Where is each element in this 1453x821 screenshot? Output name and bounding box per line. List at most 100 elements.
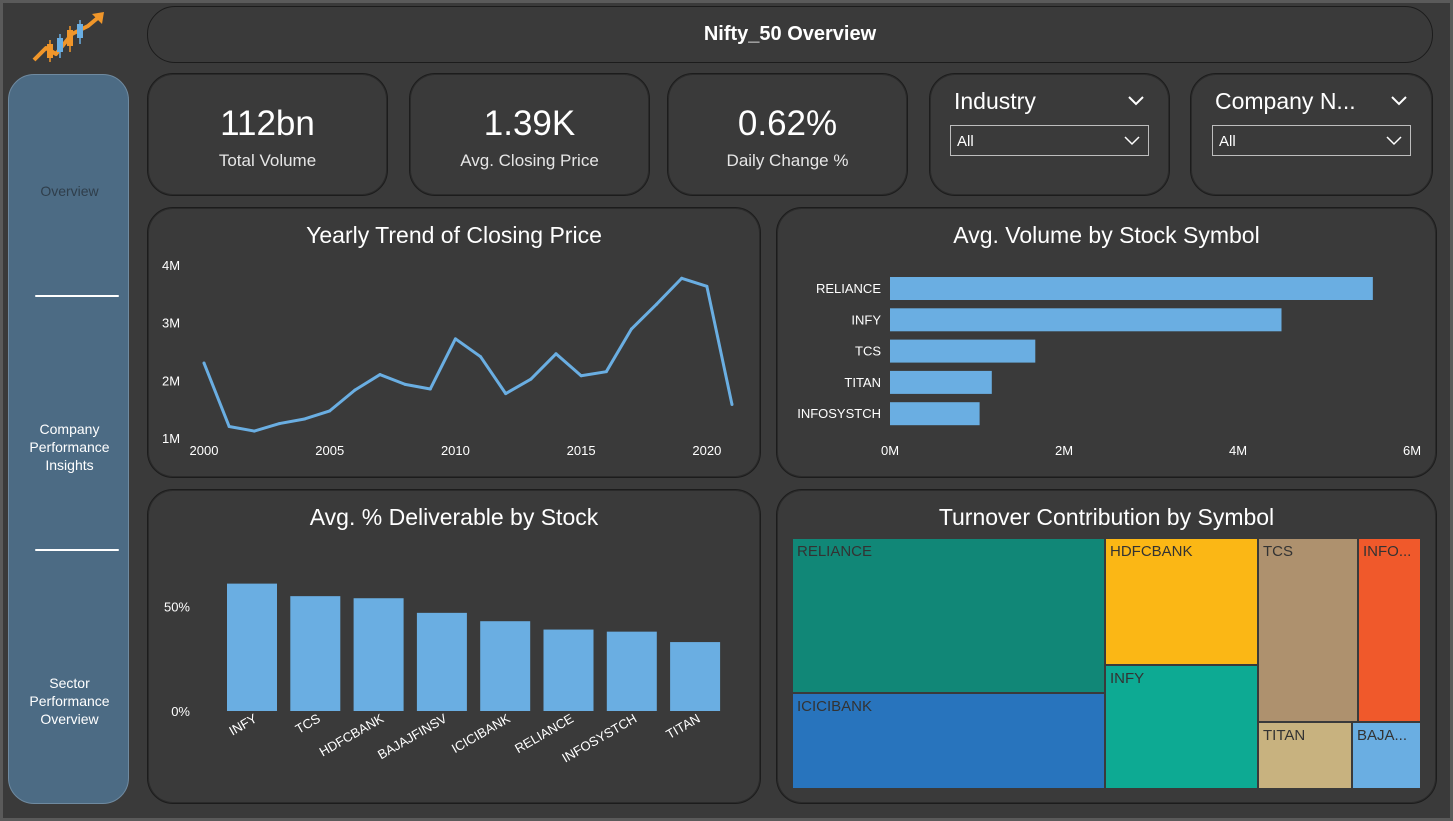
nav-item-label: Insights <box>45 457 94 473</box>
bar[interactable] <box>290 596 341 711</box>
page-title: Nifty_50 Overview <box>703 23 877 45</box>
bar[interactable] <box>890 277 1373 300</box>
data-point[interactable] <box>529 377 533 381</box>
y-tick-label: 3M <box>162 316 180 331</box>
nav-item-label: Overview <box>40 183 99 199</box>
bar[interactable] <box>416 612 467 711</box>
data-point[interactable] <box>655 302 659 306</box>
bar[interactable] <box>890 370 992 394</box>
y-tick-label: 1M <box>162 431 180 446</box>
data-point[interactable] <box>680 276 684 280</box>
data-point[interactable] <box>504 392 508 396</box>
data-point[interactable] <box>227 424 231 428</box>
kpi-value: 1.39K <box>483 104 576 143</box>
category-label: BAJAJFINSV <box>375 710 450 762</box>
treemap-label: HDFCBANK <box>1110 543 1193 560</box>
data-point[interactable] <box>629 327 633 331</box>
nav-item-company-performance[interactable]: Company Performance Insights <box>9 420 130 474</box>
treemap-label: BAJA... <box>1357 727 1407 744</box>
bar[interactable] <box>480 621 531 711</box>
treemap-tile[interactable] <box>1357 537 1422 723</box>
hbar-chart-card: Avg. Volume by Stock Symbol RELIANCE INFY… <box>776 207 1437 478</box>
kpi-label: Total Volume <box>218 151 317 170</box>
x-tick-label: 0M <box>881 443 899 458</box>
treemap-label: INFO... <box>1363 543 1411 560</box>
category-label: TCS <box>293 710 323 736</box>
nav-item-overview[interactable]: Overview <box>9 182 130 200</box>
x-tick-label: 2015 <box>567 443 596 458</box>
bar[interactable] <box>543 629 594 711</box>
kpi-card-daily-change: 0.62% Daily Change % <box>667 73 908 196</box>
kpi-card-avg-closing-price: 1.39K Avg. Closing Price <box>409 73 650 196</box>
kpi-card-total-volume: 112bn Total Volume <box>147 73 388 196</box>
bar[interactable] <box>890 339 1036 363</box>
bar[interactable] <box>606 631 657 711</box>
data-point[interactable] <box>604 370 608 374</box>
data-point[interactable] <box>479 355 483 359</box>
bar[interactable] <box>353 598 404 711</box>
data-point[interactable] <box>453 337 457 341</box>
treemap-tile[interactable] <box>1257 537 1359 723</box>
data-point[interactable] <box>202 361 206 365</box>
data-point[interactable] <box>328 409 332 413</box>
data-point[interactable] <box>252 429 256 433</box>
data-point[interactable] <box>554 352 558 356</box>
category-label: TCS <box>855 344 881 359</box>
bar[interactable] <box>890 308 1282 332</box>
y-tick-label: 4M <box>162 258 180 273</box>
nav-divider <box>35 295 119 297</box>
nav-item-label: Company <box>39 421 100 437</box>
nav-item-sector-performance[interactable]: Sector Performance Overview <box>9 674 130 728</box>
treemap-chart: RELIANCE ICICIBANK HDFCBANK INFY TCS INFO... T… <box>791 537 1422 790</box>
nav-divider <box>35 549 119 551</box>
chevron-down-icon <box>1386 136 1402 146</box>
bar[interactable] <box>670 642 721 711</box>
company-name-dropdown[interactable]: All <box>1212 125 1411 156</box>
dropdown-value: All <box>957 133 974 150</box>
kpi-value: 112bn <box>220 104 315 143</box>
data-point[interactable] <box>705 284 709 288</box>
treemap-tile[interactable] <box>791 537 1106 694</box>
data-point[interactable] <box>353 388 357 392</box>
category-label: ICICIBANK <box>449 710 513 756</box>
category-label: INFY <box>226 710 259 738</box>
data-point[interactable] <box>403 382 407 386</box>
treemap-label: RELIANCE <box>797 543 872 560</box>
bar[interactable] <box>227 583 277 711</box>
y-tick-label: 2M <box>162 373 180 388</box>
chevron-down-icon <box>1124 136 1140 146</box>
hbar-chart: RELIANCE INFY TCS TITAN INFOSYSTCH 0M 2M 4M 6M <box>797 277 1421 458</box>
data-point[interactable] <box>428 387 432 391</box>
series-line <box>202 276 734 433</box>
data-point[interactable] <box>378 373 382 377</box>
x-tick-label: 2M <box>1055 443 1073 458</box>
slicer-company-name: Company N... All <box>1190 73 1433 196</box>
x-tick-label: 4M <box>1229 443 1247 458</box>
data-point[interactable] <box>730 403 734 407</box>
kpi-value: 0.62% <box>737 104 838 143</box>
line-chart: 1M 2M 3M 4M 2000 2005 2010 2015 2020 <box>162 258 734 458</box>
category-label: INFOSYSTCH <box>797 406 881 421</box>
treemap-label: INFY <box>1110 670 1144 687</box>
nav-item-label: Overview <box>40 711 99 727</box>
data-point[interactable] <box>303 417 307 421</box>
chevron-down-icon[interactable] <box>1390 94 1408 106</box>
y-tick-label: 0% <box>171 704 190 719</box>
chevron-down-icon[interactable] <box>1127 94 1145 106</box>
treemap-card: Turnover Contribution by Symbol RELIANCE… <box>776 489 1437 804</box>
x-tick-label: 2000 <box>190 443 219 458</box>
category-label: RELIANCE <box>816 281 881 296</box>
slicer-title: Company N... <box>1215 88 1356 114</box>
slicer-industry: Industry All <box>929 73 1170 196</box>
line-chart-card: Yearly Trend of Closing Price 1M 2M 3M 4M 20… <box>147 207 761 478</box>
bar[interactable] <box>890 402 980 426</box>
page-title-card: Nifty_50 Overview <box>147 6 1433 63</box>
data-point[interactable] <box>579 374 583 378</box>
stock-chart-logo-icon <box>32 12 104 62</box>
x-tick-label: 2020 <box>692 443 721 458</box>
kpi-label: Daily Change % <box>726 151 849 170</box>
nav-item-label: Sector <box>49 675 90 691</box>
industry-dropdown[interactable]: All <box>950 125 1149 156</box>
y-tick-label: 50% <box>164 600 190 615</box>
data-point[interactable] <box>277 422 281 426</box>
